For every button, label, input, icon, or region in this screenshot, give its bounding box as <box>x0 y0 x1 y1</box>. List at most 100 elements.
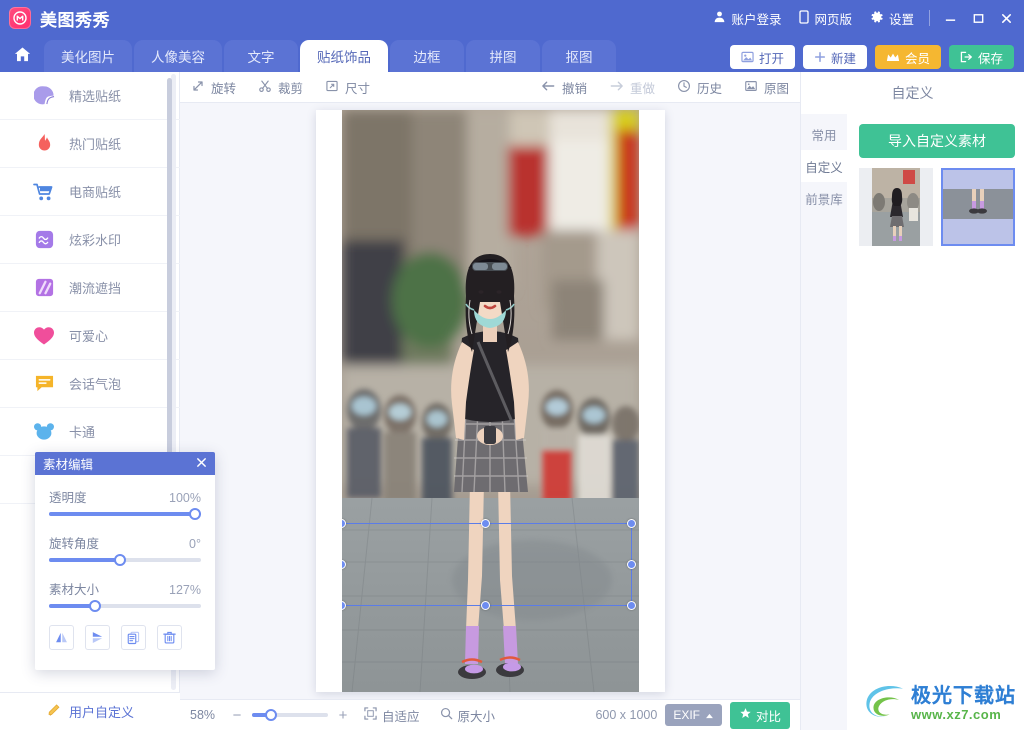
material-edit-close-button[interactable] <box>196 457 207 470</box>
rotation-slider[interactable] <box>49 554 201 566</box>
actual-size-button[interactable]: 原大小 <box>434 706 502 725</box>
flip-vertical-button[interactable] <box>85 625 110 650</box>
import-custom-material-button[interactable]: 导入自定义素材 <box>859 124 1015 158</box>
sidebar-item-hot-stickers[interactable]: 热门贴纸 <box>0 120 180 168</box>
rotation-value: 0° <box>189 537 201 551</box>
settings-button[interactable]: 设置 <box>861 0 923 36</box>
rotation-row: 旋转角度 0° <box>49 533 201 552</box>
sidebar-item-colorful-watermark[interactable]: 炫彩水印 <box>0 216 180 264</box>
sidebar-item-trendy-cover[interactable]: 潮流遮挡 <box>0 264 180 312</box>
rotation-label: 旋转角度 <box>49 537 100 551</box>
resize-handle-middle-left[interactable] <box>341 559 346 569</box>
user-custom-button[interactable]: 用户自定义 <box>0 692 180 730</box>
canvas-viewport[interactable] <box>180 103 800 699</box>
legs-crop-thumbnail[interactable] <box>941 168 1015 246</box>
rotate-button[interactable]: 旋转 <box>180 72 247 103</box>
rp-tab-foreground-library[interactable]: 前景库 <box>801 182 847 214</box>
sidebar-item-ecommerce-stickers[interactable]: 电商贴纸 <box>0 168 180 216</box>
size-row: 素材大小 127% <box>49 579 201 598</box>
status-bar: 58% − + 自适应 原大小 600 x 1000 EXIF 对比 <box>180 699 800 730</box>
cartoon-bear-icon <box>33 421 55 443</box>
web-version-button[interactable]: 网页版 <box>790 0 861 36</box>
image-canvas[interactable] <box>315 110 665 692</box>
resize-handle-top-middle[interactable] <box>481 519 490 528</box>
phone-icon <box>799 9 810 27</box>
original-image-button[interactable]: 原图 <box>733 72 800 103</box>
resize-handle-bottom-right[interactable] <box>626 601 636 610</box>
exif-button[interactable]: EXIF <box>665 704 722 726</box>
history-button[interactable]: 历史 <box>666 72 733 103</box>
redo-button[interactable]: 重做 <box>598 72 666 103</box>
shopping-cart-icon <box>33 181 55 203</box>
sidebar-item-featured-stickers[interactable]: 精选贴纸 <box>0 72 180 120</box>
opacity-value: 100% <box>169 491 201 505</box>
minimize-button[interactable] <box>936 0 964 36</box>
size-slider-knob[interactable] <box>88 600 101 612</box>
zoom-slider-knob[interactable] <box>265 709 277 721</box>
tab-tiezhi-shipin[interactable]: 贴纸饰品 <box>300 40 388 72</box>
material-edit-title: 素材编辑 <box>43 458 94 472</box>
close-button[interactable] <box>992 0 1020 36</box>
new-file-button[interactable]: 新建 <box>802 45 867 69</box>
resize-handle-top-left[interactable] <box>341 519 346 528</box>
size-label: 素材大小 <box>49 583 100 597</box>
size-slider[interactable] <box>49 600 201 612</box>
delete-button[interactable] <box>157 625 182 650</box>
resize-handle-middle-right[interactable] <box>626 559 636 569</box>
rotate-icon <box>191 79 205 96</box>
rp-tab-custom[interactable]: 自定义 <box>801 150 847 182</box>
account-login-button[interactable]: 账户登录 <box>704 0 790 36</box>
divider <box>929 10 930 26</box>
zoom-slider[interactable] <box>252 709 328 721</box>
resize-handle-top-right[interactable] <box>626 519 636 528</box>
opacity-slider-fill <box>49 512 201 516</box>
custom-material-panel: 自定义 常用 自定义 前景库 导入自定义素材 <box>800 72 1024 730</box>
sidebar-item-label: 可爱心 <box>69 329 109 344</box>
maximize-button[interactable] <box>964 0 992 36</box>
opacity-slider[interactable] <box>49 508 201 520</box>
gear-icon <box>870 10 884 27</box>
sticker-badge-icon <box>33 85 55 107</box>
user-custom-label: 用户自定义 <box>68 705 134 720</box>
duplicate-button[interactable] <box>121 625 146 650</box>
photo-image <box>341 110 639 692</box>
tab-wenzi[interactable]: 文字 <box>224 40 298 72</box>
sidebar-item-cartoon[interactable]: 卡通 <box>0 408 180 456</box>
open-file-button[interactable]: 打开 <box>729 45 795 69</box>
full-photo-thumbnail[interactable] <box>859 168 933 246</box>
undo-button[interactable]: 撤销 <box>530 72 598 103</box>
material-thumbnail-list <box>859 168 1015 246</box>
zoom-out-button[interactable]: − <box>230 707 244 724</box>
vip-button[interactable]: 会员 <box>874 45 941 69</box>
fit-to-screen-button[interactable]: 自适应 <box>358 706 426 725</box>
save-button[interactable]: 保存 <box>948 45 1014 69</box>
rotation-slider-knob[interactable] <box>114 554 127 566</box>
fit-screen-icon <box>364 707 377 723</box>
compare-button[interactable]: 对比 <box>729 701 790 729</box>
size-value: 127% <box>169 583 201 597</box>
original-image-icon <box>744 79 758 96</box>
tab-renxiang-meirong[interactable]: 人像美容 <box>134 40 222 72</box>
flip-horizontal-button[interactable] <box>49 625 74 650</box>
material-edit-body: 透明度 100% 旋转角度 0° 素材大小 127% <box>35 475 215 650</box>
resize-handle-bottom-middle[interactable] <box>481 601 490 610</box>
tab-biankuang[interactable]: 边框 <box>390 40 464 72</box>
flip-horizontal-icon <box>56 632 67 643</box>
sidebar-item-speech-bubble[interactable]: 会话气泡 <box>0 360 180 408</box>
sidebar-item-label: 会话气泡 <box>69 377 122 392</box>
title-bar-right: 账户登录 网页版 设置 <box>704 0 1024 36</box>
sticker-selection-box[interactable] <box>341 519 636 610</box>
resize-button[interactable]: 尺寸 <box>314 72 381 103</box>
tab-meihua-tupian[interactable]: 美化图片 <box>44 40 132 72</box>
image-open-icon <box>741 51 754 63</box>
zoom-in-button[interactable]: + <box>336 707 350 724</box>
tab-koutu[interactable]: 抠图 <box>542 40 616 72</box>
sidebar-item-cute-heart[interactable]: 可爱心 <box>0 312 180 360</box>
rp-tab-common[interactable]: 常用 <box>801 118 847 150</box>
opacity-slider-knob[interactable] <box>189 508 201 520</box>
home-button[interactable] <box>0 36 44 72</box>
sidebar-item-label: 热门贴纸 <box>69 137 122 152</box>
crop-button[interactable]: 裁剪 <box>247 72 314 103</box>
tab-pintu[interactable]: 拼图 <box>466 40 540 72</box>
material-edit-panel[interactable]: 素材编辑 透明度 100% 旋转角度 0° 素材大小 127% <box>35 452 215 670</box>
